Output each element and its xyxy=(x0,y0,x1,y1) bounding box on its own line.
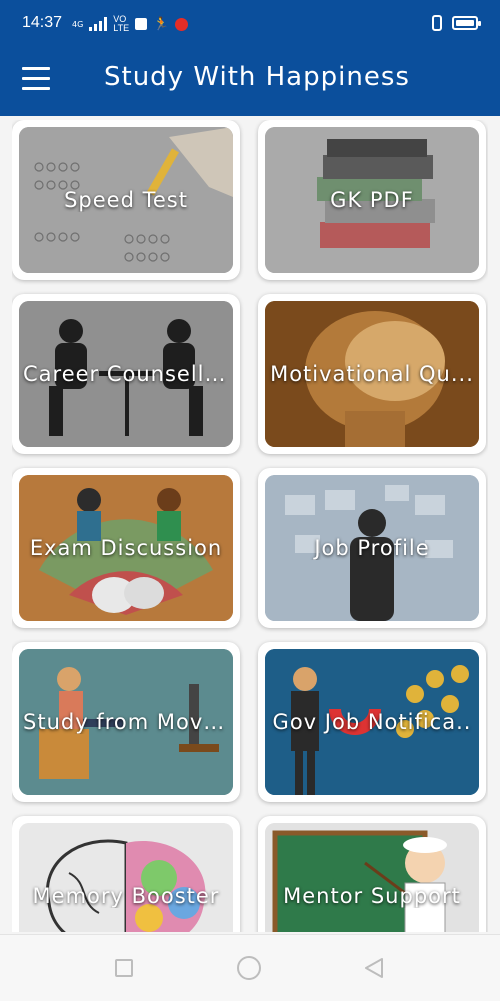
exam-discussion-image: Exam Discussion xyxy=(19,475,233,621)
network-type: 4G xyxy=(72,19,84,29)
card-label: Exam Discussion xyxy=(29,536,223,560)
signal-icon xyxy=(89,17,108,31)
vibrate-icon xyxy=(432,15,442,31)
hamburger-menu-icon[interactable] xyxy=(22,67,50,91)
card-label: Mentor Support xyxy=(283,884,461,908)
speed-test-image: Speed Test xyxy=(19,127,233,273)
card-label: Memory Booster xyxy=(32,884,220,908)
card-memory-booster[interactable]: Memory Booster xyxy=(12,816,240,932)
back-triangle-icon[interactable] xyxy=(362,956,386,980)
app-title: Study With Happiness xyxy=(104,62,410,92)
card-career-counselling[interactable]: Career Counselli... xyxy=(12,294,240,454)
volte-icon: VO LTE xyxy=(113,14,130,33)
card-label: Career Counselli... xyxy=(23,362,233,386)
card-gov-job-notification[interactable]: Gov Job Notifica.. xyxy=(258,642,486,802)
app-bar: Study With Happiness xyxy=(0,50,500,116)
youtube-icon xyxy=(175,17,189,31)
feature-grid: Speed Test GK PDF Career Counselli... Mo… xyxy=(12,120,488,932)
memory-booster-image: Memory Booster xyxy=(19,823,233,932)
motivational-quotes-image: Motivational Qu... xyxy=(265,301,479,447)
card-study-from-movies[interactable]: Study from Movi... xyxy=(12,642,240,802)
card-label: GK PDF xyxy=(330,188,414,212)
card-label: Speed Test xyxy=(64,188,188,212)
card-gk-pdf[interactable]: GK PDF xyxy=(258,120,486,280)
card-label: Motivational Qu... xyxy=(270,362,474,386)
status-icons: 4G VO LTE 🏃 xyxy=(72,14,189,33)
card-label: Job Profile xyxy=(314,536,430,560)
mentor-support-image: Mentor Support xyxy=(265,823,479,932)
card-mentor-support[interactable]: Mentor Support xyxy=(258,816,486,932)
gov-job-notification-image: Gov Job Notifica.. xyxy=(265,649,479,795)
status-bar: 14:37 4G VO LTE 🏃 xyxy=(0,0,500,50)
home-circle-icon[interactable] xyxy=(237,956,261,980)
career-counselling-image: Career Counselli... xyxy=(19,301,233,447)
card-motivational-quotes[interactable]: Motivational Qu... xyxy=(258,294,486,454)
card-job-profile[interactable]: Job Profile xyxy=(258,468,486,628)
status-time: 14:37 xyxy=(22,14,63,31)
status-right xyxy=(432,15,481,31)
job-profile-image: Job Profile xyxy=(265,475,479,621)
card-exam-discussion[interactable]: Exam Discussion xyxy=(12,468,240,628)
notification-app-icon xyxy=(135,18,148,30)
system-nav-bar xyxy=(0,934,500,1001)
battery-icon xyxy=(452,16,481,30)
fitness-run-icon: 🏃 xyxy=(153,16,170,32)
card-label: Study from Movi... xyxy=(23,710,233,734)
card-speed-test[interactable]: Speed Test xyxy=(12,120,240,280)
study-from-movies-image: Study from Movi... xyxy=(19,649,233,795)
gk-pdf-image: GK PDF xyxy=(265,127,479,273)
recents-square-icon[interactable] xyxy=(115,959,133,977)
card-label: Gov Job Notifica.. xyxy=(272,710,472,734)
